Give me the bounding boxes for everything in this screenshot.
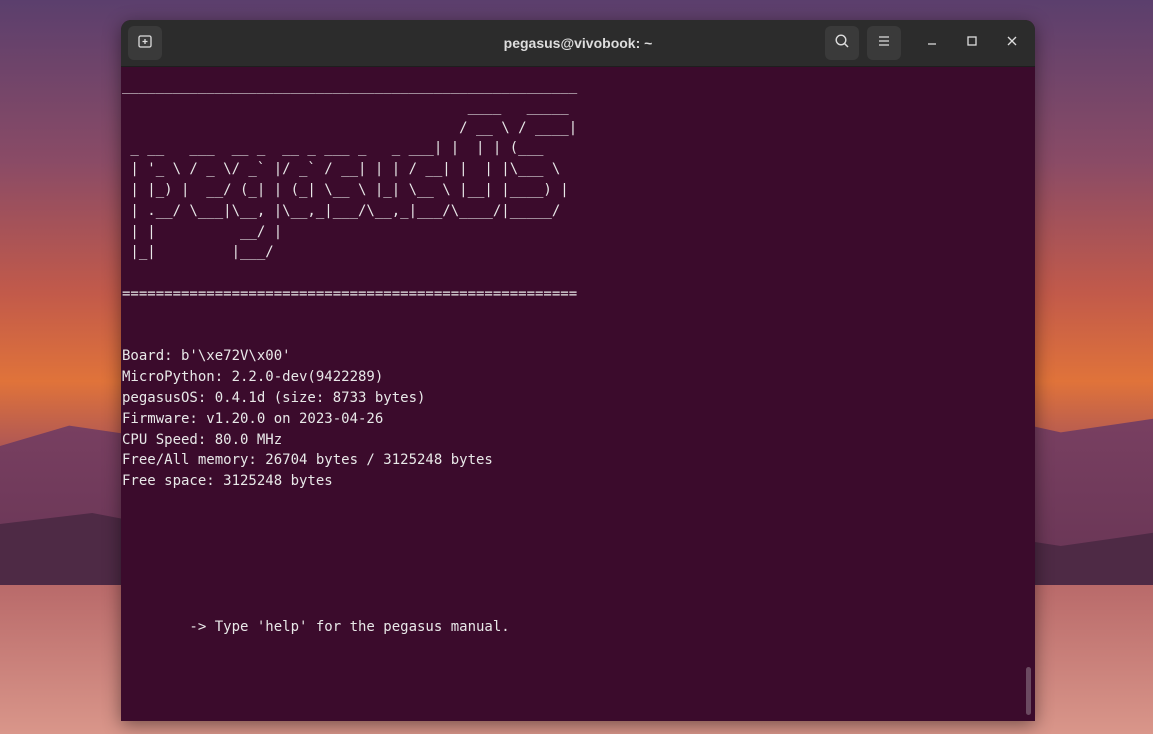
minimize-icon (926, 34, 938, 52)
terminal-line: MicroPython: 2.2.0-dev(9422289) (122, 369, 384, 386)
terminal-line: ____ _____ (122, 98, 569, 115)
terminal-line: | |_) | __/ (_| | (_| \__ \ |_| \__ \ |_… (122, 181, 569, 198)
close-icon (1006, 34, 1018, 52)
close-button[interactable] (1000, 31, 1024, 55)
terminal-line: ========================================… (122, 285, 578, 302)
terminal-line: CPU Speed: 80.0 MHz (122, 431, 283, 448)
maximize-icon (966, 34, 978, 52)
terminal-line: pegasusOS: 0.4.1d (size: 8733 bytes) (122, 389, 426, 406)
terminal-scrollbar[interactable] (1026, 667, 1031, 715)
terminal-area[interactable]: ________________________________________… (121, 67, 1035, 721)
title-bar[interactable]: pegasus@vivobook: ~ (121, 20, 1035, 67)
search-button[interactable] (825, 26, 859, 60)
terminal-window: pegasus@vivobook: ~ ____________________… (121, 20, 1035, 721)
hamburger-menu-icon (876, 33, 892, 54)
terminal-line: | | __/ | (122, 223, 283, 240)
terminal-line: | '_ \ / _ \/ _` |/ _` / __| | | / __| |… (122, 161, 561, 178)
terminal-line: _ __ ___ __ _ __ _ ___ _ _ ___| | | | (_… (122, 140, 544, 157)
menu-button[interactable] (867, 26, 901, 60)
search-icon (834, 33, 850, 54)
terminal-output: ________________________________________… (122, 76, 577, 721)
terminal-line: Board: b'\xe72V\x00' (122, 348, 291, 365)
terminal-line: Free space: 3125248 bytes (122, 473, 333, 490)
terminal-line: |_| |___/ (122, 244, 274, 261)
terminal-line: -> Type 'help' for the pegasus manual. (122, 618, 510, 635)
terminal-line: ________________________________________… (122, 78, 578, 94)
maximize-button[interactable] (960, 31, 984, 55)
terminal-line: | .__/ \___|\__, |\__,_|___/\__,_|___/\_… (122, 202, 561, 219)
minimize-button[interactable] (920, 31, 944, 55)
terminal-line: Free/All memory: 26704 bytes / 3125248 b… (122, 452, 493, 469)
terminal-line: / __ \ / ____| (122, 119, 578, 136)
terminal-line: Firmware: v1.20.0 on 2023-04-26 (122, 410, 384, 427)
